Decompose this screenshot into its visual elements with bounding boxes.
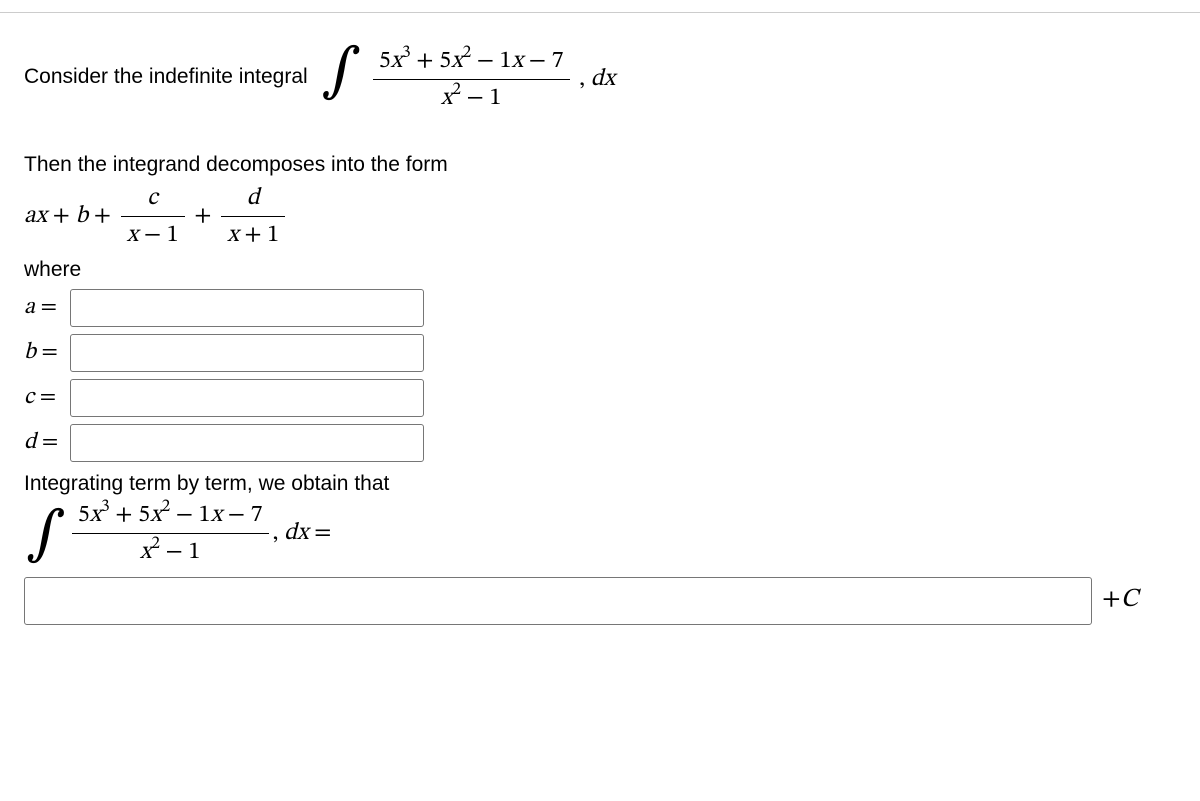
frac-c-den: x − 1 [121, 220, 185, 250]
numerator: 5x3 + 5x2 − 1x − 7 [373, 46, 570, 76]
input-d[interactable] [70, 424, 424, 462]
label-c: c = [24, 383, 70, 412]
integrating-text: Integrating term by term, we obtain that [24, 472, 1176, 496]
label-d: d = [24, 428, 70, 457]
label-b: b = [24, 338, 70, 367]
plus-c-text: +C [1102, 584, 1138, 617]
result-integral: ∫ 5x3 + 5x2 − 1x − 7 x2 − 1 , dx = [24, 500, 1176, 567]
frac-d-den: x + 1 [221, 220, 285, 250]
input-a[interactable] [70, 289, 424, 327]
frac-c-num: c [147, 186, 158, 210]
final-answer-row: +C [24, 577, 1176, 625]
intro-text: Consider the indefinite integral [24, 65, 308, 89]
where-text: where [24, 258, 1176, 282]
input-antiderivative[interactable] [24, 577, 1092, 625]
row-c: c = [24, 379, 1176, 417]
plus-sign: + [189, 201, 218, 231]
denominator-2: x2 − 1 [134, 537, 207, 567]
integrand-fraction: 5x3 + 5x2 − 1x − 7 x2 − 1 [373, 46, 570, 113]
dx-equals: , dx = [273, 518, 332, 548]
integral-expression: ∫ 5x3 + 5x2 − 1x − 7 x2 − 1 , dx [319, 41, 615, 113]
decomposition-formula: ax + b + c x − 1 + d x + 1 [24, 183, 1176, 250]
integral-sign: ∫ [321, 43, 361, 101]
frac-d-num: d [247, 186, 260, 210]
row-a: a = [24, 289, 1176, 327]
integrand-fraction-2: 5x3 + 5x2 − 1x − 7 x2 − 1 [72, 500, 269, 567]
input-b[interactable] [70, 334, 424, 372]
frac-d: d x + 1 [221, 183, 285, 250]
frac-c: c x − 1 [121, 183, 185, 250]
input-c[interactable] [70, 379, 424, 417]
intro-line: Consider the indefinite integral ∫ 5x3 +… [24, 41, 1176, 113]
denominator: x2 − 1 [435, 83, 508, 113]
decompose-text: Then the integrand decomposes into the f… [24, 153, 1176, 177]
row-b: b = [24, 334, 1176, 372]
integral-sign-2: ∫ [26, 506, 66, 564]
row-d: d = [24, 424, 1176, 462]
problem-content: Consider the indefinite integral ∫ 5x3 +… [0, 13, 1200, 625]
ax-plus-b: ax + b + [24, 201, 117, 231]
numerator-2: 5x3 + 5x2 − 1x − 7 [72, 500, 269, 530]
dx-text: , dx [579, 67, 615, 91]
label-a: a = [24, 293, 70, 322]
space [308, 65, 320, 89]
